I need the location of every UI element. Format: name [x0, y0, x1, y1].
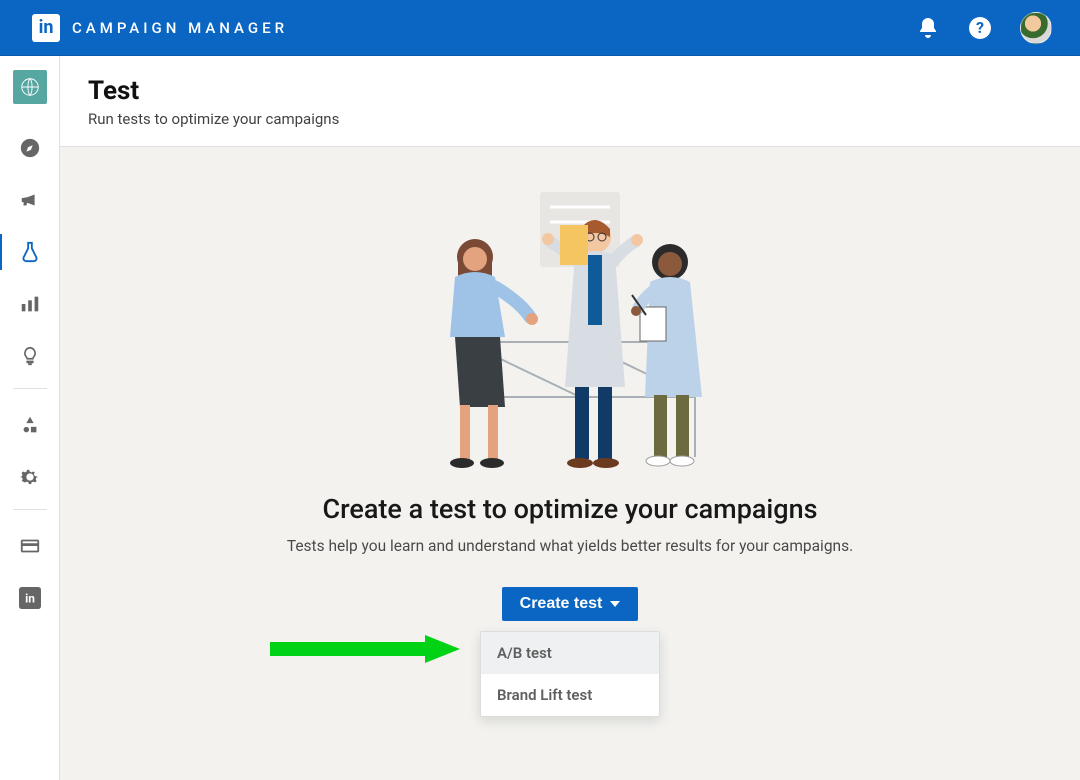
notifications-icon[interactable]: [916, 16, 940, 40]
compass-icon: [19, 137, 41, 159]
create-test-dropdown: A/B test Brand Lift test: [480, 631, 660, 717]
hero-heading: Create a test to optimize your campaigns: [322, 493, 817, 525]
header-right: ?: [916, 12, 1052, 44]
sidebar-item-analyze[interactable]: [0, 278, 60, 330]
hero-description: Tests help you learn and understand what…: [287, 537, 853, 555]
app-title: CAMPAIGN MANAGER: [72, 19, 288, 37]
sidebar-item-assets[interactable]: [0, 399, 60, 451]
global-header: in CAMPAIGN MANAGER ?: [0, 0, 1080, 56]
svg-text:?: ?: [976, 18, 984, 37]
sidebar-item-settings[interactable]: [0, 451, 60, 503]
page-subtitle: Run tests to optimize your campaigns: [88, 110, 1052, 128]
profile-avatar[interactable]: [1020, 12, 1052, 44]
dropdown-item-ab-test[interactable]: A/B test: [481, 632, 659, 674]
hero-illustration: [410, 187, 730, 477]
sidebar-divider: [13, 388, 47, 389]
linkedin-logo-icon[interactable]: in: [32, 14, 60, 42]
shapes-icon: [19, 414, 41, 436]
megaphone-icon: [19, 189, 41, 211]
left-nav: in: [0, 56, 60, 780]
help-icon[interactable]: ?: [968, 16, 992, 40]
annotation-arrow: [270, 635, 460, 663]
sidebar-item-discover[interactable]: [0, 122, 60, 174]
sidebar-item-advertise[interactable]: [0, 174, 60, 226]
content-area: Create a test to optimize your campaigns…: [60, 147, 1080, 780]
svg-text:in: in: [25, 592, 35, 606]
flask-icon: [19, 241, 41, 263]
linkedin-icon: in: [19, 587, 41, 609]
card-icon: [19, 535, 41, 557]
caret-down-icon: [610, 601, 620, 607]
header-left: in CAMPAIGN MANAGER: [32, 14, 288, 42]
lightbulb-icon: [19, 345, 41, 367]
bars-icon: [19, 293, 41, 315]
page-title: Test: [88, 76, 1052, 106]
sidebar-brand-icon[interactable]: [13, 70, 47, 104]
sidebar-item-ideas[interactable]: [0, 330, 60, 382]
sidebar-divider: [13, 509, 47, 510]
sidebar-item-linkedin[interactable]: in: [0, 572, 60, 624]
sidebar-item-billing[interactable]: [0, 520, 60, 572]
gear-icon: [19, 466, 41, 488]
logo-text: in: [39, 17, 54, 38]
page-header: Test Run tests to optimize your campaign…: [60, 56, 1080, 147]
create-test-button[interactable]: Create test: [502, 587, 639, 621]
create-test-label: Create test: [520, 595, 603, 613]
dropdown-item-brand-lift[interactable]: Brand Lift test: [481, 674, 659, 716]
sidebar-item-test[interactable]: [0, 226, 60, 278]
main: Test Run tests to optimize your campaign…: [60, 56, 1080, 780]
